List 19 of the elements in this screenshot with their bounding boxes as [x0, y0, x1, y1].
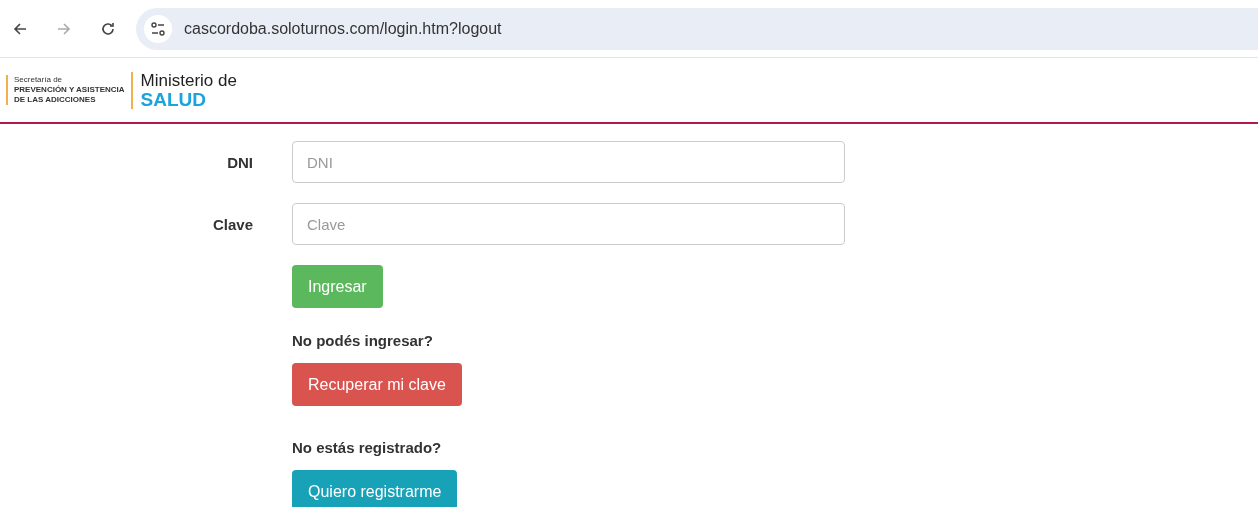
prompt-text: No podés ingresar?: [292, 332, 433, 349]
action-button[interactable]: Recuperar mi clave: [292, 363, 462, 406]
input-field[interactable]: DNI: [292, 141, 845, 183]
back-icon[interactable]: [12, 20, 28, 37]
input-field[interactable]: Clave: [292, 203, 845, 245]
secretaria-text: PREVENCIÓN Y ASISTENCIA: [14, 85, 125, 95]
salud-text: SALUD: [140, 89, 207, 109]
address-bar[interactable]: cascordoba.soloturnos.com/login.htm?logout: [136, 7, 1258, 50]
url-text: cascordoba.soloturnos.com/login.htm?logout: [184, 19, 502, 38]
action-button[interactable]: Ingresar: [292, 265, 383, 308]
site-settings-icon[interactable]: [144, 14, 172, 43]
secretaria-text: DE LAS ADICCIONES: [14, 95, 97, 105]
field-label: Clave: [211, 215, 253, 233]
reload-icon[interactable]: [100, 20, 116, 37]
action-button[interactable]: Quiero registrarme: [292, 470, 458, 507]
ministerio-text: Ministerio de: [140, 71, 237, 90]
field-label: DNI: [226, 153, 253, 171]
prompt-text: No estás registrado?: [292, 439, 442, 456]
secretaria-text: Secretaría de: [14, 75, 64, 85]
